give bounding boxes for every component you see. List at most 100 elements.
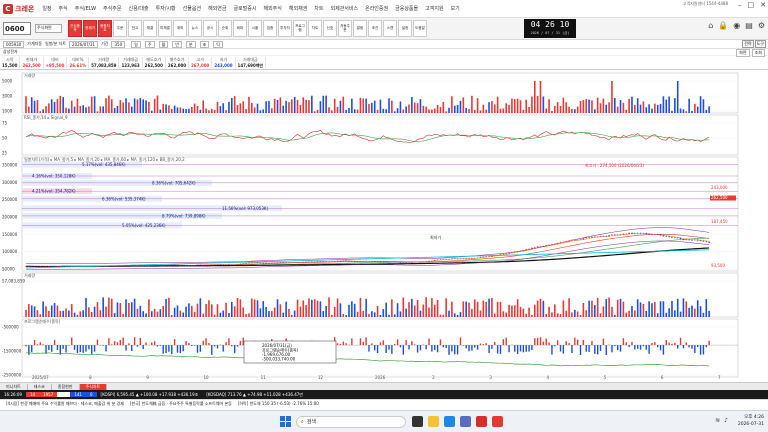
store-icon[interactable] — [460, 416, 471, 427]
volume-bar — [642, 101, 645, 113]
toolbar-button[interactable]: 테마 — [233, 20, 247, 37]
creon-app-icon[interactable] — [476, 416, 487, 427]
creon-chart-icon[interactable] — [492, 416, 503, 427]
stock-chart[interactable]: 거래량 5000 3000 1000 RSI_종가,14 ▸ Signal_9 75 50 2… — [0, 71, 768, 381]
toolbar-button[interactable]: 자동주문 — [338, 20, 352, 37]
program-bar — [48, 345, 50, 351]
price-level-label: 8.79%(vol: 739,898K) — [162, 213, 206, 218]
taskview-icon[interactable] — [412, 416, 423, 427]
lock-icon[interactable]: 🔒 — [718, 21, 728, 30]
volume-bar — [439, 107, 442, 113]
news-item[interactable]: [판국] 반도체株 급등 · 주요주주 특별등락률 소프트웨어 본등 — [130, 401, 232, 407]
toolbar-button[interactable]: 알림 — [353, 20, 367, 37]
bottom-tab[interactable]: 주식차트 — [79, 383, 108, 390]
settings-icon[interactable]: ⚙ — [758, 21, 765, 30]
toolbar-button[interactable]: 주문 — [113, 20, 127, 37]
y-tick-label: 50 — [2, 136, 8, 141]
period-button[interactable]: 틱 — [213, 40, 223, 48]
chart-type-select[interactable]: 일봉/분 차트 — [45, 41, 66, 47]
menu-item[interactable]: 해외주식 — [263, 5, 281, 12]
windows-start-icon[interactable] — [280, 416, 291, 427]
home-icon[interactable]: ⌂ — [708, 21, 713, 30]
close-icon[interactable]: ✕ — [760, 1, 766, 9]
toolbar-button[interactable]: 미체결 — [158, 20, 172, 37]
period-button[interactable]: 년 — [172, 40, 182, 48]
candle-body — [542, 246, 545, 247]
menu-item[interactable]: 선물옵션 — [183, 5, 201, 12]
toolbar-button[interactable]: 종합차트 — [98, 20, 112, 37]
menu-item[interactable]: 해외채권 — [289, 5, 307, 12]
menu-item[interactable]: 외제관서비스 — [331, 5, 359, 12]
news-item[interactable]: [하락] 반도체 150.35 (-6.53) -2.76% 15:00 — [238, 401, 319, 407]
menu-item[interactable]: 차트 — [314, 5, 323, 12]
toolbar-button[interactable]: 체결 — [143, 20, 157, 37]
toolbar-button[interactable]: 설정 — [398, 20, 412, 37]
program-bar — [336, 343, 339, 346]
chart-area[interactable]: 거래량 5000 3000 1000 RSI_종가,14 ▸ Signal_9 75 50 2… — [0, 71, 768, 381]
period-button[interactable]: 초 — [199, 40, 210, 48]
volume-bar — [465, 107, 467, 113]
date-input[interactable]: 2026/07/31 — [69, 40, 99, 48]
wifi-icon[interactable]: ≋ — [715, 417, 720, 424]
toolbar-button[interactable]: 현재가 — [83, 20, 97, 37]
edge-icon[interactable] — [444, 416, 455, 427]
toolbar-button[interactable]: 뉴스 — [188, 20, 202, 37]
maximize-icon[interactable]: □ — [748, 1, 755, 9]
taskbar-search[interactable]: ⌕ 검색 — [296, 415, 406, 428]
toolbar-button[interactable]: 관심종목 — [68, 20, 82, 37]
bottom-tab[interactable]: 테스코 — [28, 383, 52, 390]
tools-button[interactable]: 도구 — [754, 40, 766, 48]
toolbar-button[interactable]: 잔고 — [128, 20, 142, 37]
y-tick-label: 350000 — [2, 163, 18, 168]
news-item[interactable]: [4시장] 한경 매매에 주요 수익률원 패브다 · 테스코, 매출감 위 분 … — [6, 401, 124, 407]
volume-bar — [353, 303, 356, 317]
count-input[interactable]: 350 — [111, 40, 126, 48]
strategy-button[interactable]: 전략 — [742, 40, 754, 48]
taskbar-clock[interactable]: 오후 4:26 2026-07-31 — [738, 414, 764, 428]
menu-item[interactable]: 신용/대출 — [128, 5, 148, 12]
period-button[interactable]: 주 — [144, 40, 155, 48]
program-bar — [211, 345, 213, 355]
menu-item[interactable]: 보기 — [451, 5, 460, 12]
minimize-icon[interactable]: – — [738, 1, 742, 9]
y-tick-label: 3000 — [2, 94, 13, 99]
menu-item[interactable]: 금융상품몰 — [395, 5, 418, 12]
menu-select[interactable]: 가계자동 — [27, 41, 42, 47]
toolbar-button[interactable]: 도움말 — [413, 20, 427, 37]
toolbar-button[interactable]: 투자자 — [278, 20, 292, 37]
toolbar-button[interactable]: 시황 — [248, 20, 262, 37]
toolbar-button[interactable]: 스캔 — [383, 20, 397, 37]
volume-bar — [448, 107, 450, 113]
volume-icon[interactable]: ♪ — [724, 417, 728, 424]
menu-item[interactable]: 고객지원 — [425, 5, 443, 12]
screen-code-input[interactable]: 0600 — [3, 22, 31, 35]
toolbar-button[interactable]: 계좌 — [173, 20, 187, 37]
toolbar-button[interactable]: 프로그램 — [293, 20, 307, 37]
toolbar-button[interactable]: 업종 — [263, 20, 277, 37]
menu-item[interactable]: 온라인증권 — [365, 5, 388, 12]
menu-item[interactable]: 일정 — [42, 5, 51, 12]
period-button[interactable]: 분 — [185, 40, 196, 48]
bottom-tab[interactable]: 종합현판 — [52, 383, 80, 390]
screen-search-input[interactable]: 주식화면 — [35, 24, 62, 33]
menu-item[interactable]: 글로벌증시 — [233, 5, 256, 12]
camera-icon[interactable]: ◉ — [733, 21, 740, 30]
toolbar-button[interactable]: 차트 — [308, 20, 322, 37]
toolbar-button[interactable]: 순위 — [218, 20, 232, 37]
candle-body — [319, 261, 322, 262]
bottom-tab[interactable]: 미니차트 — [0, 383, 28, 390]
stock-code-input[interactable]: 005930 — [3, 40, 25, 48]
toolbar-button[interactable]: 공시 — [203, 20, 217, 37]
explorer-icon[interactable] — [428, 416, 439, 427]
menu-item[interactable]: 주식/ELW — [75, 5, 96, 12]
toolbar-button[interactable]: 조건 — [368, 20, 382, 37]
menu-item[interactable]: 해외연금 — [208, 5, 226, 12]
menu-item[interactable]: 주식 — [59, 5, 68, 12]
document-icon[interactable]: ▤ — [745, 21, 753, 30]
menu-item[interactable]: 주식주문 — [103, 5, 121, 12]
period-button[interactable]: 일 — [131, 40, 141, 48]
menu-item[interactable]: 투자/시황 — [156, 5, 176, 12]
period-button[interactable]: 월 — [158, 40, 169, 48]
right-price-label: 187,450 — [711, 219, 728, 224]
toolbar-button[interactable]: 신호 — [323, 20, 337, 37]
